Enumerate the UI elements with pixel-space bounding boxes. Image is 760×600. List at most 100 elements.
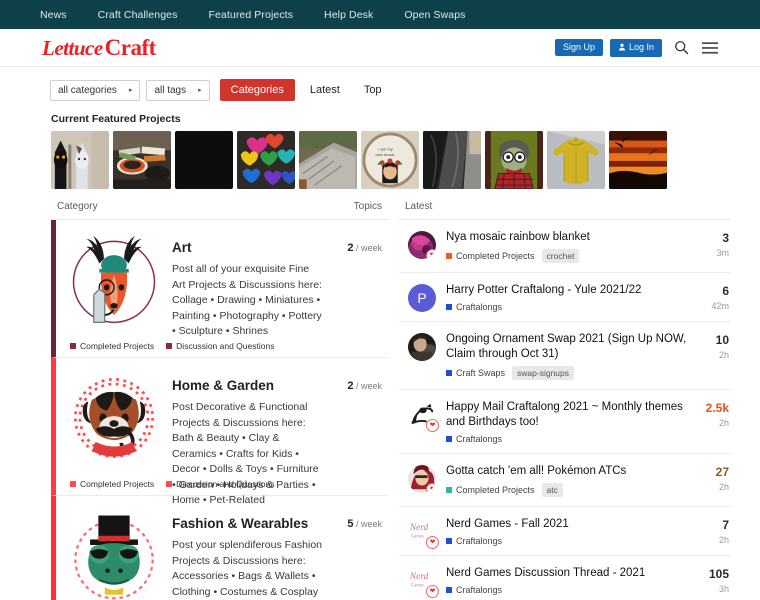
topic-category-label: Completed Projects bbox=[456, 485, 535, 495]
topic-row[interactable]: Nerd Games ❤ Nerd Games Discussion Thread… bbox=[399, 556, 731, 600]
topic-category[interactable]: Craftalongs bbox=[446, 585, 502, 595]
topic-body: Harry Potter Craftalong - Yule 2021/22 C… bbox=[446, 283, 689, 312]
topic-body: Gotta catch 'em all! Pokémon ATCs Comple… bbox=[446, 464, 689, 497]
hamburger-menu-icon[interactable] bbox=[700, 38, 720, 58]
avatar[interactable]: P bbox=[408, 284, 436, 312]
avatar[interactable]: ❤ bbox=[408, 401, 439, 432]
featured-thumb-grey-knit-texture[interactable] bbox=[299, 131, 357, 189]
category-subcategories: Completed Projects Discussion and Questi… bbox=[70, 479, 274, 489]
topic-category[interactable]: Completed Projects bbox=[446, 485, 535, 495]
topnav-item-help-desk[interactable]: Help Desk bbox=[324, 9, 373, 21]
avatar[interactable]: Nerd Games ❤ bbox=[408, 518, 439, 549]
topic-title[interactable]: Happy Mail Craftalong 2021 ~ Monthly the… bbox=[446, 400, 689, 430]
topic-tag[interactable]: atc bbox=[541, 483, 563, 497]
category-name[interactable]: Art bbox=[172, 240, 338, 255]
topic-meta: Craftalongs bbox=[446, 434, 689, 444]
category-description: Post your splendiferous Fashion Projects… bbox=[172, 539, 322, 598]
site-header: LettuceCraft Sign Up Log In bbox=[0, 29, 760, 67]
topic-row[interactable]: ❤ Nya mosaic rainbow blanket Completed P… bbox=[399, 220, 731, 273]
featured-thumb-yellow-knit-sweater[interactable] bbox=[547, 131, 605, 189]
topics-count-period: / week bbox=[355, 243, 382, 253]
topic-title[interactable]: Nerd Games - Fall 2021 bbox=[446, 517, 689, 532]
topic-category-label: Craftalongs bbox=[456, 536, 503, 546]
topnav-item-craft-challenges[interactable]: Craft Challenges bbox=[98, 9, 178, 21]
topic-age: 3h bbox=[718, 584, 729, 594]
topic-category[interactable]: Craftalongs bbox=[446, 302, 502, 312]
topic-row[interactable]: ❤ Gotta catch 'em all! Pokémon ATCs Comp… bbox=[399, 454, 731, 507]
topic-tag[interactable]: swap-signups bbox=[512, 366, 575, 380]
login-button[interactable]: Log In bbox=[609, 38, 662, 57]
topic-category[interactable]: Completed Projects bbox=[446, 251, 535, 261]
site-logo[interactable]: LettuceCraft bbox=[42, 36, 156, 59]
category-row-fashion-and-wearables[interactable]: Fashion & Wearables Post your splendifer… bbox=[51, 496, 388, 600]
topic-row[interactable]: ❤ Happy Mail Craftalong 2021 ~ Monthly t… bbox=[399, 390, 731, 454]
search-icon[interactable] bbox=[671, 38, 691, 58]
latest-column-header: Latest bbox=[399, 201, 731, 220]
topic-body: Nya mosaic rainbow blanket Completed Pro… bbox=[446, 230, 689, 263]
featured-thumb-sunset-tree-painting[interactable] bbox=[609, 131, 667, 189]
avatar[interactable]: ❤ bbox=[408, 231, 436, 259]
category-color-swatch bbox=[446, 587, 452, 593]
topic-stats: 6 42m bbox=[689, 283, 729, 311]
avatar[interactable]: ❤ bbox=[408, 465, 436, 493]
featured-thumb-zombie-portrait-painting[interactable] bbox=[485, 131, 543, 189]
avatar[interactable]: Nerd Games ❤ bbox=[408, 567, 439, 598]
chevron-right-icon: ▸ bbox=[198, 87, 202, 94]
topic-tag[interactable]: crochet bbox=[541, 249, 580, 263]
topics-count-value: 2 bbox=[347, 380, 354, 392]
topics-header-label: Topics bbox=[353, 201, 382, 212]
tab-categories[interactable]: Categories bbox=[219, 79, 295, 101]
topic-reply-count: 2.5k bbox=[705, 401, 729, 415]
category-row-art[interactable]: Art Post all of your exquisite Fine Art … bbox=[51, 220, 388, 358]
tab-top[interactable]: Top bbox=[355, 79, 391, 101]
featured-thumb-two-cats-painting[interactable] bbox=[51, 131, 109, 189]
featured-projects-title: Current Featured Projects bbox=[51, 113, 181, 125]
topic-row[interactable]: P Harry Potter Craftalong - Yule 2021/22… bbox=[399, 273, 731, 322]
avatar[interactable] bbox=[408, 333, 436, 361]
topic-title[interactable]: Nya mosaic rainbow blanket bbox=[446, 230, 689, 245]
featured-thumb-embroidery-hoop-frida[interactable]: I am my own muse. bbox=[361, 131, 419, 189]
featured-thumb-dark-fabric-closeup[interactable] bbox=[423, 131, 481, 189]
topic-title[interactable]: Nerd Games Discussion Thread - 2021 bbox=[446, 566, 689, 581]
topic-category[interactable]: Craftalongs bbox=[446, 536, 502, 546]
featured-thumb-craft-table-scene[interactable] bbox=[113, 131, 171, 189]
category-name[interactable]: Home & Garden bbox=[172, 378, 338, 393]
subcategory-label: Discussion and Questions bbox=[176, 341, 275, 351]
bulldog-mascot-logo bbox=[66, 368, 162, 468]
topic-reply-count: 27 bbox=[715, 465, 729, 479]
topic-title[interactable]: Ongoing Ornament Swap 2021 (Sign Up NOW,… bbox=[446, 332, 689, 362]
subcategory-discussion-and-questions[interactable]: Discussion and Questions bbox=[166, 479, 274, 489]
topic-category[interactable]: Craft Swaps bbox=[446, 368, 505, 378]
tab-latest[interactable]: Latest bbox=[301, 79, 349, 101]
topnav-item-open-swaps[interactable]: Open Swaps bbox=[404, 9, 465, 21]
topic-title[interactable]: Harry Potter Craftalong - Yule 2021/22 bbox=[446, 283, 689, 298]
topic-row[interactable]: Nerd Games ❤ Nerd Games - Fall 2021 Craft… bbox=[399, 507, 731, 556]
subcategory-completed-projects[interactable]: Completed Projects bbox=[70, 479, 154, 489]
category-color-swatch bbox=[446, 538, 452, 544]
signup-button[interactable]: Sign Up bbox=[554, 39, 603, 56]
page-body: all categories ▸ all tags ▸ Categories L… bbox=[0, 67, 760, 600]
category-row-home-and-garden[interactable]: Home & Garden Post Decorative & Function… bbox=[51, 358, 388, 506]
topic-title[interactable]: Gotta catch 'em all! Pokémon ATCs bbox=[446, 464, 689, 479]
categories-column: Category Topics Art Post all of your exq… bbox=[51, 201, 388, 600]
categories-column-header: Category Topics bbox=[51, 201, 388, 220]
all-tags-dropdown[interactable]: all tags ▸ bbox=[146, 79, 210, 101]
topics-count-value: 2 bbox=[347, 242, 354, 254]
subcategory-completed-projects[interactable]: Completed Projects bbox=[70, 341, 154, 351]
subcategory-discussion-and-questions[interactable]: Discussion and Questions bbox=[166, 341, 274, 351]
topic-row[interactable]: Ongoing Ornament Swap 2021 (Sign Up NOW,… bbox=[399, 322, 731, 390]
all-categories-dropdown[interactable]: all categories ▸ bbox=[50, 79, 141, 101]
topic-meta: Craft Swaps swap-signups bbox=[446, 366, 689, 380]
featured-thumb-rainbow-hearts-art[interactable] bbox=[237, 131, 295, 189]
subcategory-color-swatch bbox=[166, 481, 173, 487]
category-name[interactable]: Fashion & Wearables bbox=[172, 516, 338, 531]
topnav-item-featured-projects[interactable]: Featured Projects bbox=[208, 9, 293, 21]
topic-category[interactable]: Craftalongs bbox=[446, 434, 502, 444]
category-fashion-body: Fashion & Wearables Post your splendifer… bbox=[162, 506, 338, 599]
topnav-item-news[interactable]: News bbox=[40, 9, 67, 21]
featured-thumb-moon-cat-linocut[interactable]: MOON CAT bbox=[175, 131, 233, 189]
topic-body: Ongoing Ornament Swap 2021 (Sign Up NOW,… bbox=[446, 332, 689, 380]
all-tags-label: all tags bbox=[154, 84, 187, 96]
latest-column: Latest ❤ Nya mosaic rainbow blanket Comp… bbox=[399, 201, 731, 600]
svg-text:Games: Games bbox=[411, 584, 424, 589]
